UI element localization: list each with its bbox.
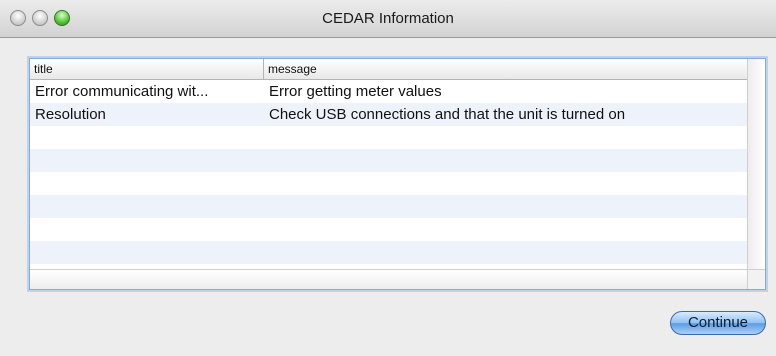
table-body: Error communicating wit... Error getting… bbox=[30, 80, 747, 264]
empty-row bbox=[30, 126, 747, 149]
cell-title: Error communicating wit... bbox=[35, 83, 209, 100]
continue-button[interactable]: Continue bbox=[670, 311, 766, 335]
scroll-corner bbox=[747, 269, 765, 289]
window-title: CEDAR Information bbox=[322, 10, 454, 27]
empty-row bbox=[30, 218, 747, 241]
empty-row bbox=[30, 172, 747, 195]
empty-row bbox=[30, 195, 747, 218]
column-header-title[interactable]: title bbox=[30, 59, 264, 79]
table-row[interactable]: Error communicating wit... Error getting… bbox=[30, 80, 747, 103]
empty-row bbox=[30, 241, 747, 264]
cell-message: Check USB connections and that the unit … bbox=[269, 106, 626, 123]
horizontal-scrollbar[interactable] bbox=[30, 269, 747, 289]
table-row[interactable]: Resolution Check USB connections and tha… bbox=[30, 103, 747, 126]
table-header: title message bbox=[30, 59, 747, 80]
empty-row bbox=[30, 149, 747, 172]
cell-message: Error getting meter values bbox=[269, 83, 442, 100]
cell-title: Resolution bbox=[35, 106, 106, 123]
dialog-window: CEDAR Information title message Error co… bbox=[0, 0, 776, 356]
title-bar[interactable]: CEDAR Information bbox=[0, 0, 776, 38]
vertical-scrollbar[interactable] bbox=[747, 59, 765, 269]
column-header-message[interactable]: message bbox=[264, 59, 747, 79]
information-table[interactable]: title message Error communicating wit...… bbox=[29, 58, 766, 290]
